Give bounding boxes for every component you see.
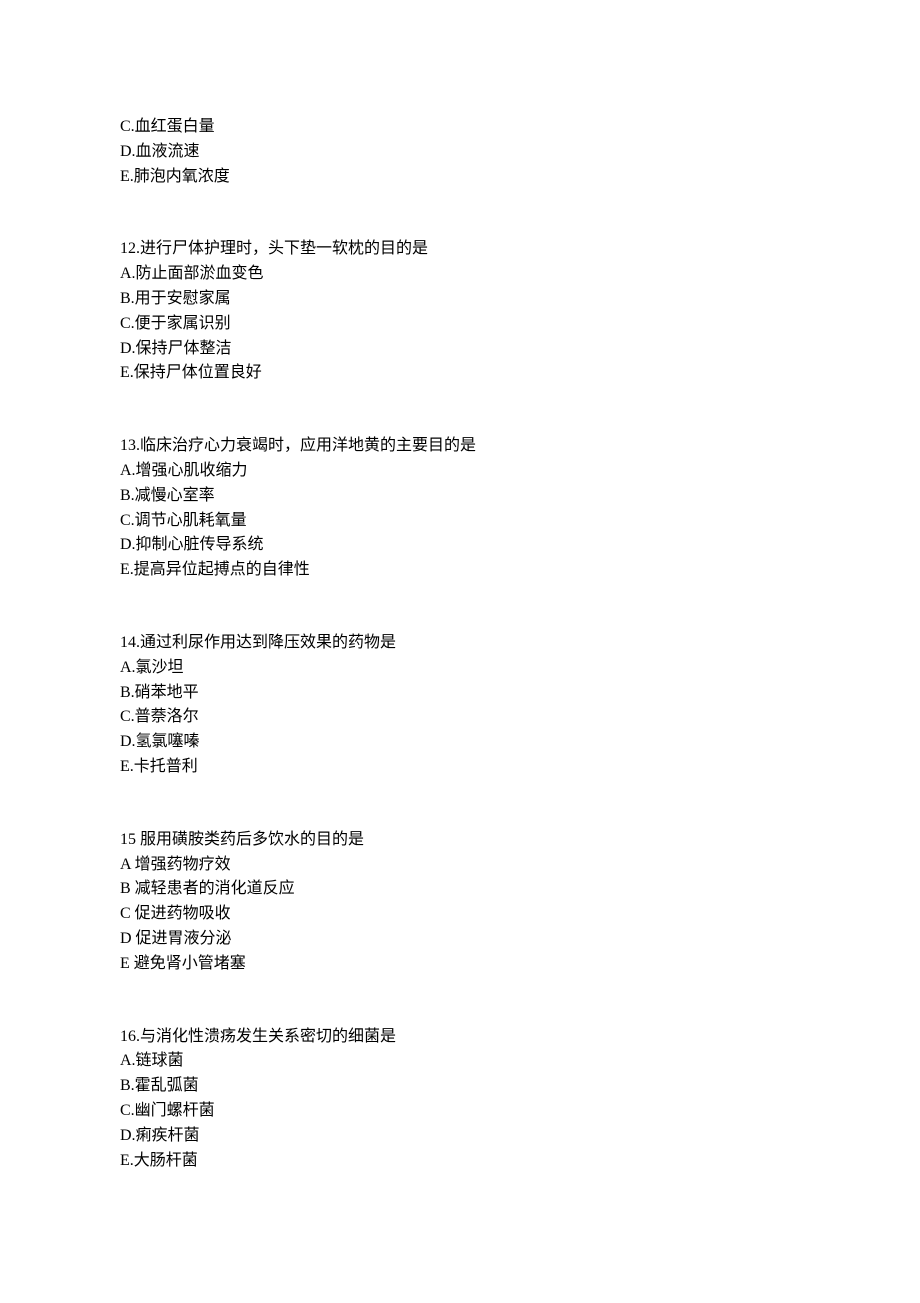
option-d: D.抑制心脏传导系统 [120, 533, 800, 558]
option-d: D.保持尸体整洁 [120, 337, 800, 362]
option-b: B.用于安慰家属 [120, 287, 800, 312]
option-c: C.普萘洛尔 [120, 705, 800, 730]
orphan-options-block: C.血红蛋白量 D.血液流速 E.肺泡内氧浓度 [120, 115, 800, 189]
question-14: 14.通过利尿作用达到降压效果的药物是 A.氯沙坦 B.硝苯地平 C.普萘洛尔 … [120, 631, 800, 780]
option-e: E.卡托普利 [120, 755, 800, 780]
question-12: 12.进行尸体护理时，头下垫一软枕的目的是 A.防止面部淤血变色 B.用于安慰家… [120, 237, 800, 386]
option-b: B.减慢心室率 [120, 484, 800, 509]
question-stem: 16.与消化性溃疡发生关系密切的细菌是 [120, 1025, 800, 1050]
option-a: A 增强药物疗效 [120, 853, 800, 878]
option-b: B.硝苯地平 [120, 681, 800, 706]
option-e: E.肺泡内氧浓度 [120, 165, 800, 190]
option-c: C.幽门螺杆菌 [120, 1099, 800, 1124]
option-c: C 促进药物吸收 [120, 902, 800, 927]
question-stem: 15 服用磺胺类药后多饮水的目的是 [120, 828, 800, 853]
question-stem: 13.临床治疗心力衰竭时，应用洋地黄的主要目的是 [120, 434, 800, 459]
option-e: E.提高异位起搏点的自律性 [120, 558, 800, 583]
question-stem: 12.进行尸体护理时，头下垫一软枕的目的是 [120, 237, 800, 262]
option-d: D.氢氯噻嗪 [120, 730, 800, 755]
option-c: C.血红蛋白量 [120, 115, 800, 140]
option-c: C.调节心肌耗氧量 [120, 509, 800, 534]
option-b: B.霍乱弧菌 [120, 1074, 800, 1099]
question-15: 15 服用磺胺类药后多饮水的目的是 A 增强药物疗效 B 减轻患者的消化道反应 … [120, 828, 800, 977]
option-e: E.保持尸体位置良好 [120, 361, 800, 386]
question-16: 16.与消化性溃疡发生关系密切的细菌是 A.链球菌 B.霍乱弧菌 C.幽门螺杆菌… [120, 1025, 800, 1174]
option-d: D.痢疾杆菌 [120, 1124, 800, 1149]
option-d: D 促进胃液分泌 [120, 927, 800, 952]
option-a: A.防止面部淤血变色 [120, 262, 800, 287]
option-b: B 减轻患者的消化道反应 [120, 877, 800, 902]
question-13: 13.临床治疗心力衰竭时，应用洋地黄的主要目的是 A.增强心肌收缩力 B.减慢心… [120, 434, 800, 583]
option-a: A.增强心肌收缩力 [120, 459, 800, 484]
option-a: A.氯沙坦 [120, 656, 800, 681]
option-e: E.大肠杆菌 [120, 1149, 800, 1174]
option-c: C.便于家属识别 [120, 312, 800, 337]
question-stem: 14.通过利尿作用达到降压效果的药物是 [120, 631, 800, 656]
option-e: E 避免肾小管堵塞 [120, 952, 800, 977]
option-d: D.血液流速 [120, 140, 800, 165]
option-a: A.链球菌 [120, 1049, 800, 1074]
